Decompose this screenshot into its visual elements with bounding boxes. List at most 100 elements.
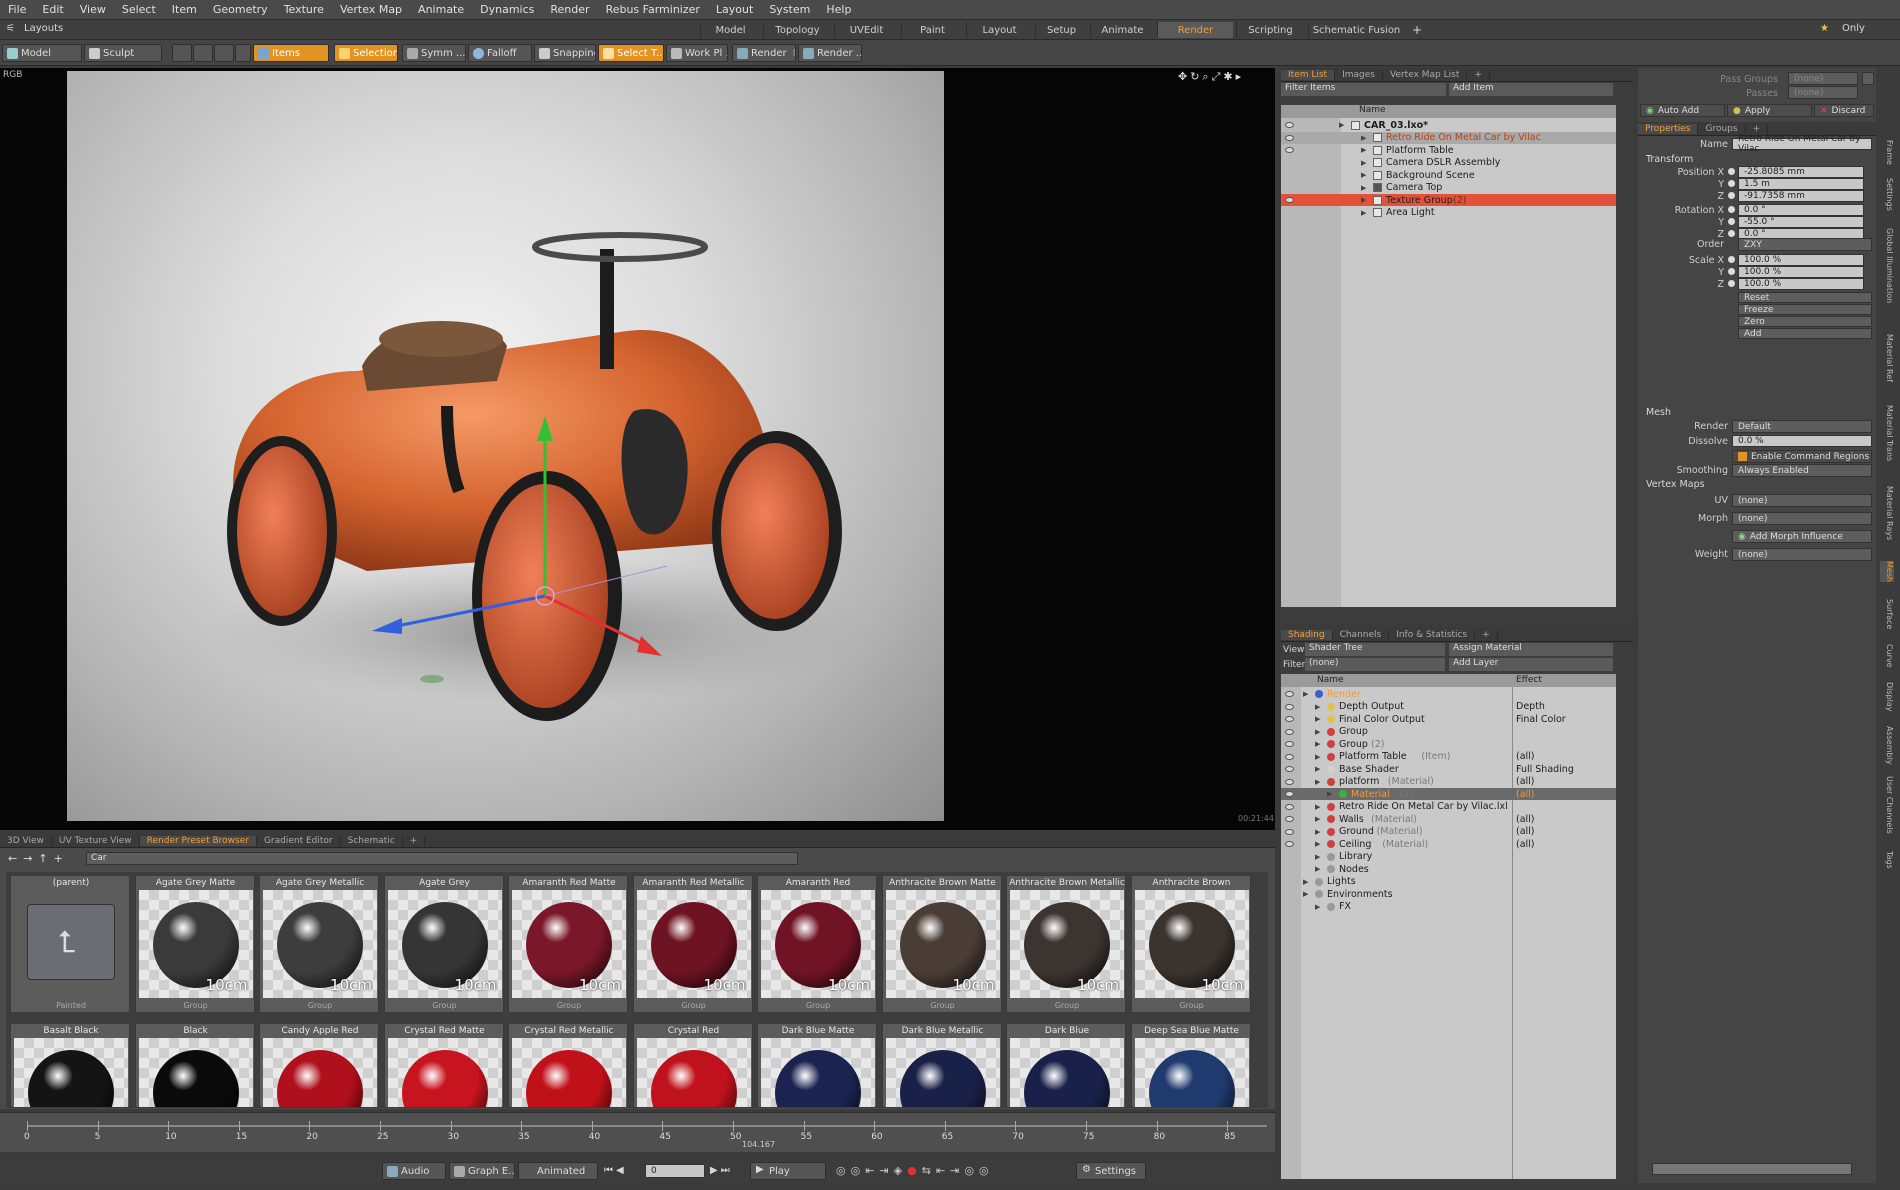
add-tab-icon[interactable]: + (403, 835, 426, 846)
menu-vertex-map[interactable]: Vertex Map (332, 3, 410, 16)
preset-tile[interactable]: Crystal Red Matte (383, 1023, 504, 1108)
side-tab-material-rays[interactable]: Material Rays (1880, 486, 1894, 540)
menu-help[interactable]: Help (818, 3, 859, 16)
symmetry-button[interactable]: Symm ... (402, 44, 466, 62)
settings-button[interactable]: ⚙ Settings (1076, 1162, 1146, 1180)
audio-button[interactable]: Audio (382, 1162, 446, 1180)
sculpt-mode-button[interactable]: Sculpt (84, 44, 162, 62)
visibility-eye-icon[interactable] (1285, 728, 1294, 735)
expand-arrow-icon[interactable]: ▶ (1315, 715, 1320, 723)
dissolve-field[interactable]: 0.0 % (1732, 435, 1872, 447)
transform-zero-dropdown[interactable]: Zero (1738, 316, 1872, 327)
item-row[interactable]: ▶ Camera Top (1281, 182, 1616, 194)
filter-items-input[interactable]: Filter Items (1281, 83, 1446, 96)
tab-render-preset-browser[interactable]: Render Preset Browser (139, 835, 257, 846)
tab-uv-texture-view[interactable]: UV Texture View (52, 835, 140, 846)
preset-tile[interactable]: Agate Grey Metallic 10cm Group (259, 875, 379, 1013)
transform-field[interactable]: -55.0 ° (1738, 216, 1864, 228)
preset-tile[interactable]: Amaranth Red Matte 10cm Group (508, 875, 628, 1013)
add-tab-icon[interactable]: + (1467, 69, 1490, 80)
add-item-dropdown[interactable]: Add Item (1449, 83, 1613, 96)
side-tab-display[interactable]: Display (1880, 682, 1894, 712)
preset-tile[interactable]: Black (134, 1023, 255, 1108)
side-tab-global-illumination[interactable]: Global Illumination (1880, 228, 1894, 303)
layout-tab-scripting[interactable]: Scripting (1236, 22, 1304, 38)
preset-tile[interactable]: Crystal Red Metallic (508, 1023, 628, 1108)
expand-arrow-icon[interactable]: ▶ (1303, 690, 1308, 698)
play-button[interactable]: ▶ Play (750, 1162, 826, 1180)
tab-vertex-map-list[interactable]: Vertex Map List (1383, 69, 1468, 80)
preset-tile[interactable]: Agate Grey 10cm Group (383, 875, 504, 1013)
visibility-eye-icon[interactable] (1285, 122, 1294, 128)
visibility-eye-icon[interactable] (1285, 134, 1294, 141)
menu-layout[interactable]: Layout (708, 3, 761, 16)
browser-nav-icons[interactable]: ←→↑+ (8, 852, 69, 865)
visibility-eye-icon[interactable] (1285, 741, 1294, 747)
side-tab-frame[interactable]: Frame (1880, 140, 1894, 165)
pass-groups-arrow[interactable] (1862, 72, 1874, 85)
only-button[interactable]: Only (1842, 23, 1865, 34)
visibility-eye-icon[interactable] (1285, 791, 1294, 797)
vertex-select-icon[interactable] (172, 44, 192, 62)
menu-select[interactable]: Select (114, 3, 164, 16)
item-row[interactable]: ▶ Area Light (1281, 207, 1616, 219)
transform-field[interactable]: 100.0 % (1738, 266, 1864, 278)
snapping-button[interactable]: Snapping (534, 44, 596, 62)
visibility-eye-icon[interactable] (1285, 816, 1294, 822)
view-dropdown[interactable]: Shader Tree (1305, 643, 1445, 656)
visibility-eye-icon[interactable] (1285, 703, 1294, 710)
preset-tile[interactable]: Anthracite Brown 10cm Group (1130, 875, 1251, 1013)
render-window-button[interactable]: Render ... (798, 44, 862, 62)
discard-button[interactable]: ✕ Discard (1814, 104, 1874, 117)
viewport-3d[interactable]: RGB ✥↻⌕⤢✱▸ 00:21:44 (0, 68, 1275, 830)
transform-freeze-dropdown[interactable]: Freeze (1738, 304, 1872, 315)
radio-dot-icon[interactable] (1728, 230, 1735, 237)
item-row[interactable]: ▶ Texture Group (2) (1281, 194, 1616, 206)
menu-view[interactable]: View (72, 3, 114, 16)
shader-row[interactable]: ▶ Base Shader Full Shading (1281, 763, 1616, 775)
name-field[interactable]: Retro Ride On Metal Car by Vilac (1732, 134, 1872, 154)
tab-images[interactable]: Images (1335, 69, 1383, 80)
menu-animate[interactable]: Animate (410, 3, 472, 16)
uv-dropdown[interactable]: (none) (1732, 494, 1872, 507)
expand-arrow-icon[interactable]: ▶ (1315, 803, 1320, 811)
shader-row[interactable]: ▶ Group (2) (1281, 738, 1616, 750)
shader-row[interactable]: ▶ Ground (Material) (all) (1281, 826, 1616, 838)
expand-arrow-icon[interactable]: ▶ (1315, 815, 1320, 823)
layout-tab-render[interactable]: Render (1157, 22, 1233, 38)
visibility-eye-icon[interactable] (1285, 766, 1294, 772)
expand-arrow-icon[interactable]: ▶ (1361, 209, 1366, 217)
visibility-eye-icon[interactable] (1285, 753, 1294, 760)
weight-dropdown[interactable]: (none) (1732, 548, 1872, 561)
filter-dropdown[interactable]: (none) (1305, 658, 1445, 671)
radio-dot-icon[interactable] (1728, 180, 1735, 187)
add-tab-icon[interactable]: + (1746, 123, 1769, 134)
animated-dropdown[interactable]: Animated (518, 1162, 598, 1180)
expand-arrow-icon[interactable]: ▶ (1361, 184, 1366, 192)
shader-row[interactable]: ▶ Depth Output Depth (1281, 701, 1616, 713)
add-tab-icon[interactable]: + (1475, 629, 1498, 640)
shader-row[interactable]: ▶ Material (2) (all) (1281, 788, 1616, 800)
smoothing-dropdown[interactable]: Always Enabled (1732, 464, 1872, 477)
visibility-eye-icon[interactable] (1285, 147, 1294, 153)
expand-arrow-icon[interactable]: ▶ (1339, 121, 1344, 129)
graph-editor-button[interactable]: Graph E... (449, 1162, 515, 1180)
side-tab-user-channels[interactable]: User Channels (1880, 776, 1894, 834)
shader-row[interactable]: ▶ Lights (1281, 876, 1616, 888)
vertex-maps-section[interactable]: Vertex Maps (1646, 479, 1705, 490)
item-row[interactable]: ▶ Platform Table (1281, 144, 1616, 156)
preset-tile[interactable]: Deep Sea Blue Matte (1130, 1023, 1251, 1108)
selection-button[interactable]: Selection (334, 44, 398, 62)
expand-arrow-icon[interactable]: ▶ (1315, 753, 1320, 761)
item-row[interactable]: ▶ Retro Ride On Metal Car by Vilac (1281, 131, 1616, 144)
side-tab-tags[interactable]: Tags (1880, 851, 1894, 869)
radio-dot-icon[interactable] (1728, 168, 1735, 175)
morph-dropdown[interactable]: (none) (1732, 512, 1872, 525)
preset-tile[interactable]: Crystal Red (632, 1023, 753, 1108)
transform-field[interactable]: -25.8085 mm (1738, 166, 1864, 178)
passes-dropdown[interactable]: (none) (1788, 86, 1858, 99)
visibility-eye-icon[interactable] (1285, 691, 1294, 697)
edge-select-icon[interactable] (193, 44, 213, 62)
radio-dot-icon[interactable] (1728, 268, 1735, 275)
prev-key-icons[interactable]: ⏮◀ (604, 1165, 627, 1176)
